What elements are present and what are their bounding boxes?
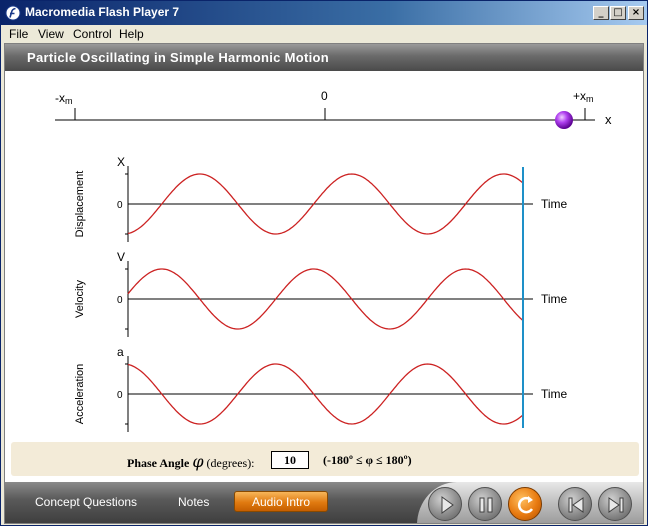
flash-content: Particle Oscillating in Simple Harmonic …	[4, 43, 644, 524]
menu-view[interactable]: View	[38, 27, 64, 41]
graph-velocity: 0 V Time Velocity	[74, 250, 568, 337]
zero-label: 0	[117, 295, 123, 306]
zero-label: 0	[117, 200, 123, 211]
phase-panel: Phase Angle φ (degrees): (-180º ≤ φ ≤ 18…	[11, 442, 639, 476]
pos-xm-label: +xm	[573, 89, 594, 104]
time-label: Time	[541, 387, 568, 401]
menu-bar: File View Control Help	[1, 25, 647, 43]
phase-angle-label: Phase Angle φ (degrees):	[127, 452, 255, 471]
y-symbol: X	[117, 155, 125, 169]
flash-app-icon	[5, 5, 21, 21]
replay-icon	[517, 496, 534, 514]
x-label: x	[605, 112, 612, 127]
close-button[interactable]: ×	[628, 6, 644, 20]
menu-help[interactable]: Help	[119, 27, 144, 41]
skip-forward-button[interactable]	[598, 487, 632, 521]
close-icon: ×	[631, 7, 641, 18]
minimize-button[interactable]: _	[593, 6, 609, 20]
graph-acceleration: 0 a Time Acceleration	[74, 345, 568, 432]
flash-player-window: Macromedia Flash Player 7 _ □ × File Vie…	[0, 0, 648, 526]
phase-angle-input[interactable]	[271, 451, 309, 469]
play-icon	[441, 496, 454, 514]
y-axis-label: Velocity	[74, 280, 86, 318]
replay-button[interactable]	[508, 487, 542, 521]
pause-icon	[479, 497, 493, 513]
time-label: Time	[541, 292, 568, 306]
maximize-icon: □	[613, 7, 623, 18]
graph-displacement: 0 X Time Displacement	[74, 155, 568, 242]
maximize-button[interactable]: □	[610, 6, 626, 20]
menu-control[interactable]: Control	[73, 27, 112, 41]
notes-button[interactable]: Notes	[178, 495, 209, 509]
phase-range-label: (-180º ≤ φ ≤ 180º)	[323, 453, 412, 467]
time-label: Time	[541, 197, 568, 211]
menu-file[interactable]: File	[9, 27, 28, 41]
skip-forward-icon	[608, 497, 624, 513]
play-button[interactable]	[428, 487, 462, 521]
y-symbol: a	[117, 345, 124, 359]
y-axis-label: Acceleration	[74, 364, 86, 425]
zero-label: 0	[321, 89, 328, 103]
simulation-canvas: -xm 0 +xm x 0 X Time Displacement 0 V Time Velo…	[55, 89, 612, 432]
pause-button[interactable]	[468, 487, 502, 521]
zero-label: 0	[117, 390, 123, 401]
window-title: Macromedia Flash Player 7	[25, 5, 180, 19]
audio-intro-button[interactable]: Audio Intro	[234, 491, 328, 512]
concept-questions-button[interactable]: Concept Questions	[35, 495, 137, 509]
motion-graphs: 0 X Time Displacement 0 V Time Velocity 0 a Time Ac…	[74, 155, 568, 432]
particle[interactable]	[555, 111, 573, 129]
position-axis: -xm 0 +xm x	[55, 89, 612, 129]
minimize-icon: _	[598, 7, 604, 18]
neg-xm-label: -xm	[55, 91, 73, 106]
skip-back-button[interactable]	[558, 487, 592, 521]
skip-back-icon	[568, 497, 584, 513]
title-bar[interactable]: Macromedia Flash Player 7 _ □ ×	[1, 1, 647, 25]
y-axis-label: Displacement	[74, 171, 86, 238]
y-symbol: V	[117, 250, 125, 264]
